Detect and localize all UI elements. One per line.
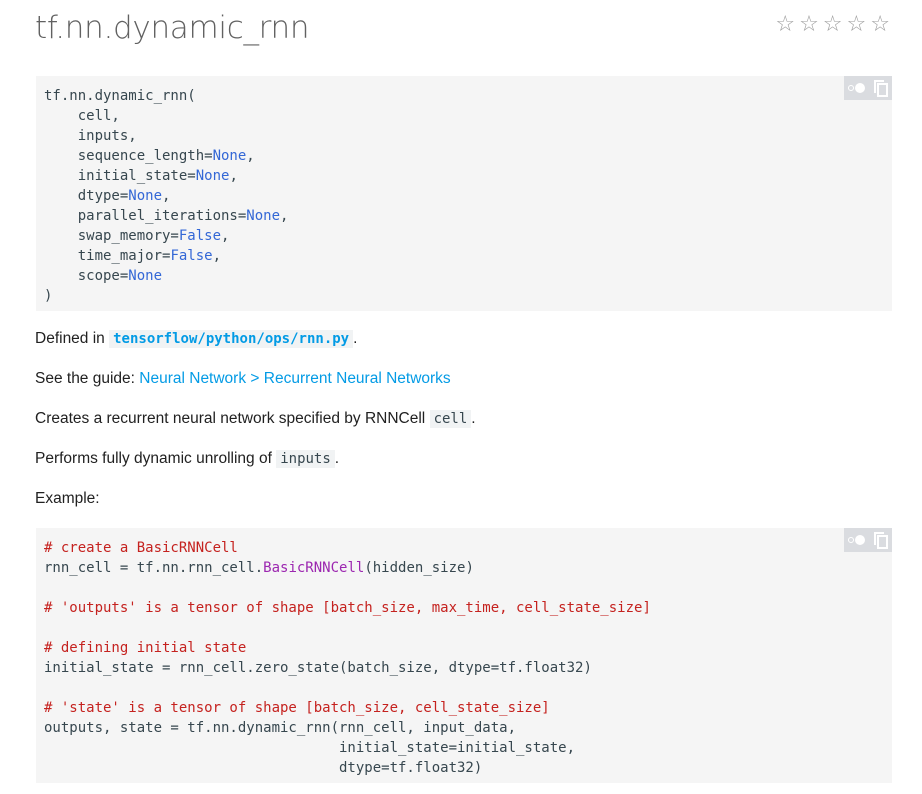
code-token: # defining initial state bbox=[44, 640, 247, 656]
code-token: False bbox=[178, 228, 222, 244]
code-token: None bbox=[246, 208, 281, 224]
code-token: tf.nn.dynamic_rnn( bbox=[44, 88, 196, 104]
toggle-highlight-icon[interactable] bbox=[848, 535, 866, 545]
source-file-link[interactable]: tensorflow/python/ops/rnn.py bbox=[109, 330, 354, 348]
code-token: None bbox=[128, 268, 163, 284]
cell-code: cell bbox=[429, 410, 472, 428]
creates-text: Creates a recurrent neural network speci… bbox=[35, 408, 476, 430]
signature-code-block: tf.nn.dynamic_rnn( cell, inputs, sequenc… bbox=[36, 76, 892, 311]
inputs-code: inputs bbox=[276, 450, 335, 468]
performs-text: Performs fully dynamic unrolling of inpu… bbox=[35, 448, 339, 470]
code-token: dtype=tf.float32) bbox=[44, 760, 483, 776]
code-token: initial_state = rnn_cell.zero_state(batc… bbox=[44, 660, 592, 676]
code-token: , bbox=[162, 188, 171, 204]
code-token: initial_state=initial_state, bbox=[44, 740, 576, 756]
performs-suffix: . bbox=[334, 450, 340, 467]
star-icon[interactable]: ☆ bbox=[870, 14, 890, 36]
code-token: sequence_length= bbox=[44, 148, 213, 164]
code-token: None bbox=[128, 188, 163, 204]
code-token: # create a BasicRNNCell bbox=[44, 540, 238, 556]
example-label: Example: bbox=[35, 490, 100, 507]
code-token: cell, bbox=[44, 108, 120, 124]
star-icon[interactable]: ☆ bbox=[823, 14, 843, 36]
code-token: outputs, state = tf.nn.dynamic_rnn(rnn_c… bbox=[44, 720, 517, 736]
defined-in-text: Defined in tensorflow/python/ops/rnn.py. bbox=[35, 328, 357, 350]
star-icon[interactable]: ☆ bbox=[799, 14, 819, 36]
code-token: False bbox=[170, 248, 213, 264]
copy-icon[interactable] bbox=[874, 531, 888, 549]
toggle-highlight-icon[interactable] bbox=[848, 83, 866, 93]
code-token: , bbox=[212, 248, 222, 264]
see-guide-text: See the guide: Neural Network > Recurren… bbox=[35, 368, 451, 390]
code-token: , bbox=[229, 168, 238, 184]
star-icon[interactable]: ☆ bbox=[775, 14, 795, 36]
code-tools bbox=[844, 528, 892, 552]
star-rating[interactable]: ☆ ☆ ☆ ☆ ☆ bbox=[775, 14, 890, 36]
creates-suffix: . bbox=[471, 410, 476, 427]
code-token: , bbox=[246, 148, 255, 164]
code-token: time_major= bbox=[44, 248, 171, 264]
defined-in-prefix: Defined in bbox=[35, 330, 110, 347]
code-token: initial_state= bbox=[44, 168, 196, 184]
code-token: , bbox=[280, 208, 289, 224]
star-icon[interactable]: ☆ bbox=[847, 14, 867, 36]
code-token: None bbox=[212, 148, 247, 164]
example-code-block: # create a BasicRNNCell rnn_cell = tf.nn… bbox=[36, 528, 892, 783]
code-token: scope= bbox=[44, 268, 129, 284]
code-token: # 'outputs' is a tensor of shape [batch_… bbox=[44, 600, 651, 616]
code-token: BasicRNNCell bbox=[263, 560, 365, 576]
creates-prefix: Creates a recurrent neural network speci… bbox=[35, 410, 430, 427]
code-token: parallel_iterations= bbox=[44, 208, 247, 224]
code-text: tf.nn.dynamic_rnn( cell, inputs, sequenc… bbox=[44, 86, 892, 306]
code-token: swap_memory= bbox=[44, 228, 179, 244]
copy-icon[interactable] bbox=[874, 79, 888, 97]
see-guide-prefix: See the guide: bbox=[35, 370, 140, 387]
defined-in-suffix: . bbox=[353, 330, 358, 347]
performs-prefix: Performs fully dynamic unrolling of bbox=[35, 450, 277, 467]
page-title: tf.nn.dynamic_rnn bbox=[35, 10, 310, 46]
code-token: dtype= bbox=[44, 188, 129, 204]
code-text: # create a BasicRNNCell rnn_cell = tf.nn… bbox=[44, 538, 892, 778]
guide-link[interactable]: Neural Network > Recurrent Neural Networ… bbox=[139, 370, 450, 387]
code-token: inputs, bbox=[44, 128, 137, 144]
code-token: None bbox=[195, 168, 230, 184]
code-token: # 'state' is a tensor of shape [batch_si… bbox=[44, 700, 550, 716]
code-tools bbox=[844, 76, 892, 100]
code-token: ) bbox=[44, 288, 53, 304]
code-token: , bbox=[221, 228, 230, 244]
code-token: rnn_cell = tf.nn.rnn_cell. bbox=[44, 560, 264, 576]
code-token: (hidden_size) bbox=[364, 560, 474, 576]
